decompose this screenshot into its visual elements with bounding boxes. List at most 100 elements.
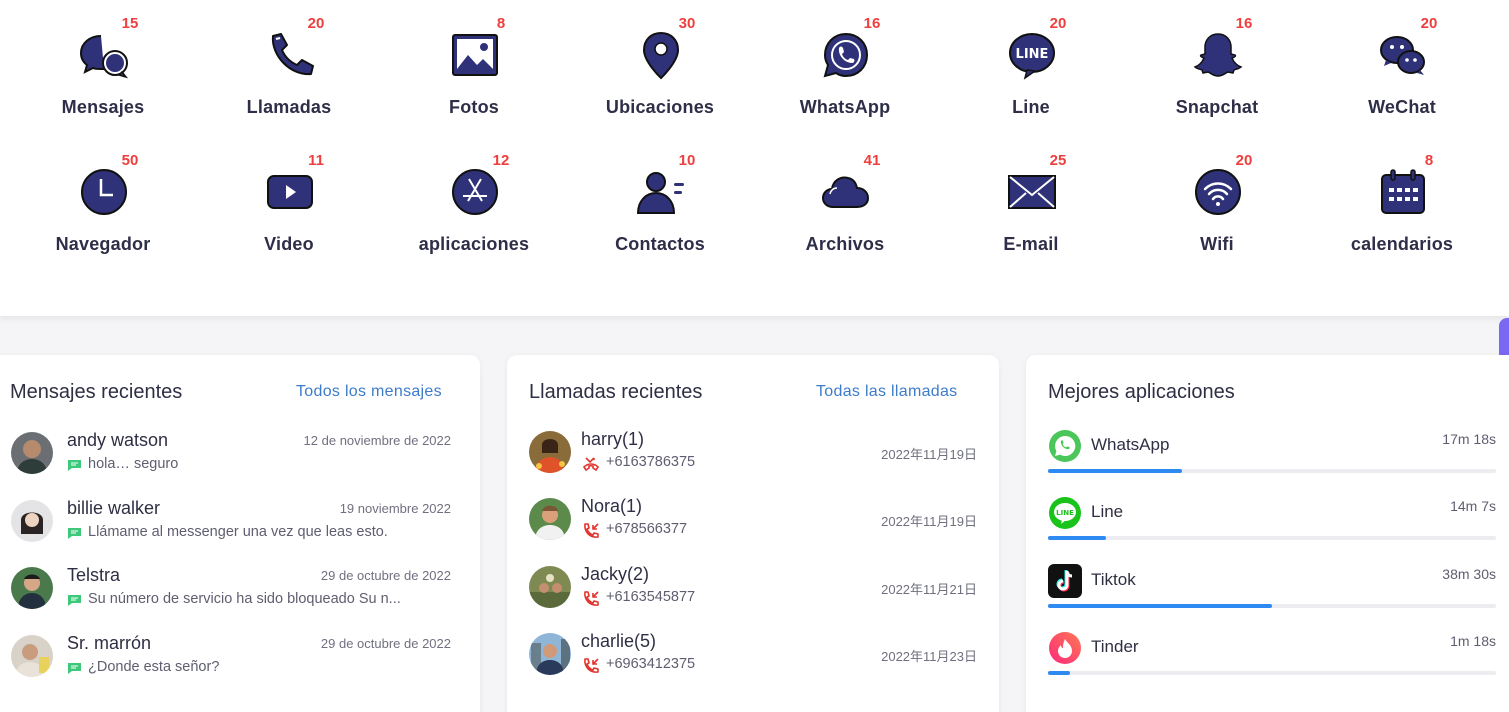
usage-progress-bar bbox=[1048, 469, 1496, 473]
all-messages-link[interactable]: Todos los mensajes bbox=[296, 383, 442, 401]
feature-label: WeChat bbox=[1368, 97, 1436, 117]
app-name: Tiktok bbox=[1091, 570, 1136, 589]
message-date: 19 noviembre 2022 bbox=[339, 501, 451, 516]
message-icon bbox=[68, 663, 81, 674]
calendar-icon bbox=[1378, 167, 1428, 217]
contact-name: charlie(5) bbox=[581, 631, 657, 651]
message-icon bbox=[68, 528, 81, 539]
tiktok-logo-icon bbox=[1048, 564, 1082, 598]
call-date: 2022年11月19日 bbox=[881, 447, 977, 462]
feature-label: Snapchat bbox=[1175, 97, 1259, 117]
card-title: Mejores aplicaciones bbox=[1048, 381, 1235, 403]
message-preview: ¿Donde esta señor? bbox=[88, 659, 220, 675]
usage-time: 1m 18s bbox=[1450, 633, 1496, 649]
feature-aplicaciones[interactable]: 12 aplicaciones bbox=[381, 137, 567, 267]
app-name: Tinder bbox=[1091, 637, 1139, 656]
svg-text:LINE: LINE bbox=[1056, 509, 1074, 517]
call-item[interactable]: harry(1) +6163786375 2022年11月19日 bbox=[507, 429, 999, 489]
feature-llamadas[interactable]: 20 Llamadas bbox=[196, 0, 382, 130]
message-icon bbox=[68, 595, 81, 606]
avatar bbox=[11, 567, 53, 609]
app-usage-item[interactable]: WhatsApp 17m 18s bbox=[1048, 429, 1496, 489]
message-preview: Llámame al messenger una vez que leas es… bbox=[88, 524, 388, 540]
feature-email[interactable]: 25 E-mail bbox=[938, 137, 1124, 267]
feature-archivos[interactable]: 41 Archivos bbox=[752, 137, 938, 267]
avatar bbox=[11, 500, 53, 542]
line-icon: LINE bbox=[1007, 30, 1057, 80]
feature-navegador[interactable]: 50 Navegador bbox=[10, 137, 196, 267]
location-pin-icon bbox=[636, 30, 686, 80]
feature-label: Navegador bbox=[55, 234, 151, 254]
contact-name: Nora(1) bbox=[581, 496, 643, 516]
message-item[interactable]: Telstra 29 de octubre de 2022 Su número … bbox=[0, 565, 480, 625]
feature-fotos[interactable]: 8 Fotos bbox=[381, 0, 567, 130]
phone-icon bbox=[265, 30, 315, 80]
app-usage-item[interactable]: Tinder 1m 18s bbox=[1048, 631, 1496, 691]
feature-label: Video bbox=[264, 234, 314, 254]
incoming-call-icon bbox=[584, 523, 599, 538]
cloud-icon bbox=[821, 167, 871, 217]
photo-icon bbox=[450, 30, 500, 80]
usage-time: 38m 30s bbox=[1442, 566, 1496, 582]
usage-progress-bar bbox=[1048, 604, 1496, 608]
line-logo-icon: LINE bbox=[1048, 496, 1082, 530]
call-item[interactable]: charlie(5) +6963412375 2022年11月23日 bbox=[507, 631, 999, 691]
feature-label: Contactos bbox=[615, 234, 705, 254]
feature-whatsapp[interactable]: 16 WhatsApp bbox=[752, 0, 938, 130]
card-title: Llamadas recientes bbox=[529, 381, 703, 403]
avatar bbox=[529, 498, 571, 540]
app-usage-item[interactable]: Tiktok 38m 30s bbox=[1048, 564, 1496, 624]
call-item[interactable]: Jacky(2) +6163545877 2022年11月21日 bbox=[507, 564, 999, 624]
message-item[interactable]: billie walker 19 noviembre 2022 Llámame … bbox=[0, 498, 480, 558]
incoming-call-icon bbox=[584, 658, 599, 673]
feature-label: Line bbox=[1012, 97, 1050, 117]
phone-number: +6163545877 bbox=[606, 589, 696, 605]
usage-time: 14m 7s bbox=[1450, 498, 1496, 514]
app-store-icon bbox=[450, 167, 500, 217]
feature-line[interactable]: 20 LINE Line bbox=[938, 0, 1124, 130]
recent-calls-card: Llamadas recientes Todas las llamadas ha… bbox=[507, 355, 999, 712]
feature-video[interactable]: 11 Video bbox=[196, 137, 382, 267]
feature-wechat[interactable]: 20 WeChat bbox=[1309, 0, 1495, 130]
feature-label: Llamadas bbox=[246, 97, 332, 117]
feature-label: aplicaciones bbox=[418, 234, 530, 254]
feature-label: calendarios bbox=[1350, 234, 1454, 254]
avatar bbox=[529, 566, 571, 608]
feature-ubicaciones[interactable]: 30 Ubicaciones bbox=[567, 0, 753, 130]
avatar bbox=[529, 633, 571, 675]
usage-progress-fill bbox=[1048, 469, 1183, 473]
feature-calendarios[interactable]: 8 calendarios bbox=[1309, 137, 1495, 267]
feature-snapchat[interactable]: 16 Snapchat bbox=[1124, 0, 1310, 130]
chat-bubbles-icon bbox=[79, 30, 129, 80]
message-item[interactable]: andy watson 12 de noviembre de 2022 hola… bbox=[0, 430, 480, 490]
message-item[interactable]: Sr. marrón 29 de octubre de 2022 ¿Donde … bbox=[0, 633, 480, 693]
app-usage-item[interactable]: LINE Line 14m 7s bbox=[1048, 496, 1496, 556]
contact-name: Sr. marrón bbox=[67, 633, 152, 653]
usage-progress-fill bbox=[1048, 671, 1071, 675]
all-calls-link[interactable]: Todas las llamadas bbox=[816, 383, 957, 401]
top-apps-card: Mejores aplicaciones WhatsApp 17m 18s LI… bbox=[1026, 355, 1509, 712]
feature-contactos[interactable]: 10 Contactos bbox=[567, 137, 753, 267]
usage-time: 17m 18s bbox=[1442, 431, 1496, 447]
feature-label: Wifi bbox=[1200, 234, 1234, 254]
envelope-icon bbox=[1007, 167, 1057, 217]
avatar bbox=[11, 635, 53, 677]
incoming-call-icon bbox=[584, 591, 599, 606]
avatar bbox=[529, 431, 571, 473]
phone-number: +678566377 bbox=[606, 521, 688, 537]
avatar bbox=[11, 432, 53, 474]
usage-progress-fill bbox=[1048, 604, 1272, 608]
message-date: 29 de octubre de 2022 bbox=[320, 568, 451, 583]
call-date: 2022年11月19日 bbox=[881, 514, 977, 529]
usage-progress-fill bbox=[1048, 536, 1107, 540]
message-preview: Su número de servicio ha sido bloqueado … bbox=[88, 591, 401, 607]
feature-wifi[interactable]: 20 Wifi bbox=[1124, 137, 1310, 267]
wifi-icon bbox=[1193, 167, 1243, 217]
contact-person-icon bbox=[636, 167, 686, 217]
feature-label: Mensajes bbox=[61, 97, 145, 117]
call-date: 2022年11月21日 bbox=[881, 582, 977, 597]
call-item[interactable]: Nora(1) +678566377 2022年11月19日 bbox=[507, 496, 999, 556]
feature-mensajes[interactable]: 15 Mensajes bbox=[10, 0, 196, 130]
feature-grid: 15 Mensajes 20 Llamadas 8 Fotos 30 Ubica… bbox=[0, 0, 1509, 316]
recent-messages-card: Mensajes recientes Todos los mensajes an… bbox=[0, 355, 480, 712]
